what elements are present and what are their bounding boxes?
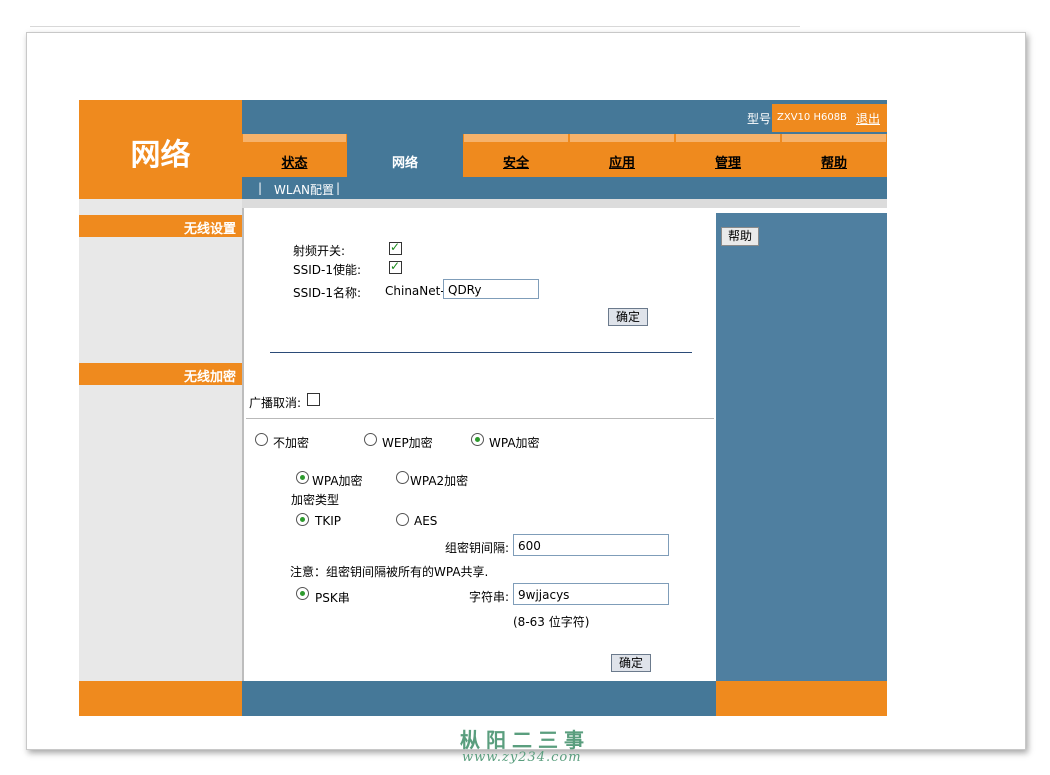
psk-string-label: 字符串: bbox=[469, 590, 510, 604]
top-divider bbox=[30, 26, 800, 27]
encryption-type-label: 加密类型 bbox=[291, 493, 340, 507]
tab-label: 帮助 bbox=[820, 156, 847, 171]
confirm-button-encryption[interactable]: 确定 bbox=[611, 654, 651, 672]
wep-label: WEP加密 bbox=[382, 436, 433, 450]
logout-link[interactable]: 退出 bbox=[856, 110, 880, 127]
form-divider bbox=[246, 418, 714, 419]
tkip-label: TKIP bbox=[315, 514, 341, 528]
tab-management[interactable]: 管理 bbox=[675, 134, 781, 177]
rf-switch-checkbox[interactable] bbox=[389, 240, 402, 255]
note-text: 注意：组密钥间隔被所有的WPA共享. bbox=[290, 565, 489, 579]
footer-right bbox=[716, 681, 887, 716]
model-value: ZXV10 H608B bbox=[777, 112, 847, 123]
tab-label: 管理 bbox=[714, 156, 741, 171]
radio-psk[interactable] bbox=[296, 587, 309, 600]
section-divider bbox=[270, 352, 692, 353]
radio-wpa-version[interactable] bbox=[296, 471, 309, 484]
wpa2-version-label: WPA2加密 bbox=[410, 474, 469, 488]
tab-highlight bbox=[243, 134, 346, 142]
group-key-interval-input[interactable]: 600 bbox=[513, 534, 669, 556]
section-header-label: 无线加密 bbox=[183, 370, 236, 385]
tab-highlight bbox=[348, 134, 462, 142]
tab-status[interactable]: 状态 bbox=[242, 134, 347, 177]
radio-wpa[interactable] bbox=[471, 433, 484, 446]
tab-label: 应用 bbox=[608, 156, 635, 171]
wpa-version-label: WPA加密 bbox=[312, 474, 363, 488]
tab-application[interactable]: 应用 bbox=[569, 134, 675, 177]
section-header-wireless-settings: 无线设置 bbox=[79, 215, 246, 237]
no-encryption-label: 不加密 bbox=[273, 436, 310, 450]
sidebar bbox=[79, 199, 242, 681]
subnav-bar: | WLAN配置 | bbox=[242, 177, 887, 199]
psk-string-input[interactable]: 9wjjacys bbox=[513, 583, 669, 605]
ssid1-name-label: SSID-1名称: bbox=[293, 286, 362, 300]
ssid1-enable-label: SSID-1使能: bbox=[293, 263, 362, 277]
radio-no-encryption[interactable] bbox=[255, 433, 268, 446]
subnav-separator: | bbox=[336, 181, 341, 195]
watermark-title: 枞阳二三事 bbox=[460, 728, 590, 752]
tab-help[interactable]: 帮助 bbox=[781, 134, 887, 177]
footer-center bbox=[242, 681, 716, 716]
broadcast-cancel-label: 广播取消: bbox=[249, 396, 302, 410]
tab-security[interactable]: 安全 bbox=[463, 134, 569, 177]
radio-wpa2-version[interactable] bbox=[396, 471, 409, 484]
radio-wep[interactable] bbox=[364, 433, 377, 446]
footer-left bbox=[79, 681, 242, 716]
ssid1-enable-checkbox[interactable] bbox=[389, 259, 402, 274]
subnav-item-wlan-config[interactable]: WLAN配置 bbox=[274, 181, 334, 198]
subnav-separator: | bbox=[258, 181, 263, 195]
gray-strip bbox=[242, 199, 887, 208]
tab-highlight bbox=[782, 134, 886, 142]
page-title: 网络 bbox=[130, 138, 191, 173]
confirm-button-settings[interactable]: 确定 bbox=[608, 308, 648, 326]
tab-network[interactable]: 网络 bbox=[347, 134, 463, 177]
radio-aes[interactable] bbox=[396, 513, 409, 526]
tab-label: 安全 bbox=[502, 156, 529, 171]
tab-label: 状态 bbox=[281, 156, 308, 171]
rf-switch-label: 射频开关: bbox=[293, 244, 346, 258]
ssid1-name-input[interactable]: QDRy bbox=[443, 279, 539, 299]
help-button[interactable]: 帮助 bbox=[721, 227, 759, 246]
tab-highlight bbox=[464, 134, 568, 142]
section-header-label: 无线设置 bbox=[183, 222, 236, 237]
group-key-interval-label: 组密钥间隔: bbox=[445, 541, 510, 555]
psk-label: PSK串 bbox=[315, 591, 350, 605]
broadcast-cancel-checkbox[interactable] bbox=[307, 393, 320, 406]
psk-hint: (8-63 位字符) bbox=[513, 615, 590, 629]
model-label: 型号 bbox=[747, 112, 772, 126]
tab-highlight bbox=[570, 134, 674, 142]
aes-label: AES bbox=[414, 514, 438, 528]
help-panel bbox=[716, 213, 887, 681]
watermark-url: www.zy234.com bbox=[462, 750, 582, 765]
ssid1-prefix: ChinaNet- bbox=[385, 284, 445, 298]
tab-label: 网络 bbox=[391, 156, 418, 171]
tab-highlight bbox=[676, 134, 780, 142]
radio-tkip[interactable] bbox=[296, 513, 309, 526]
wpa-label: WPA加密 bbox=[489, 436, 540, 450]
section-header-wireless-encryption: 无线加密 bbox=[79, 363, 246, 385]
